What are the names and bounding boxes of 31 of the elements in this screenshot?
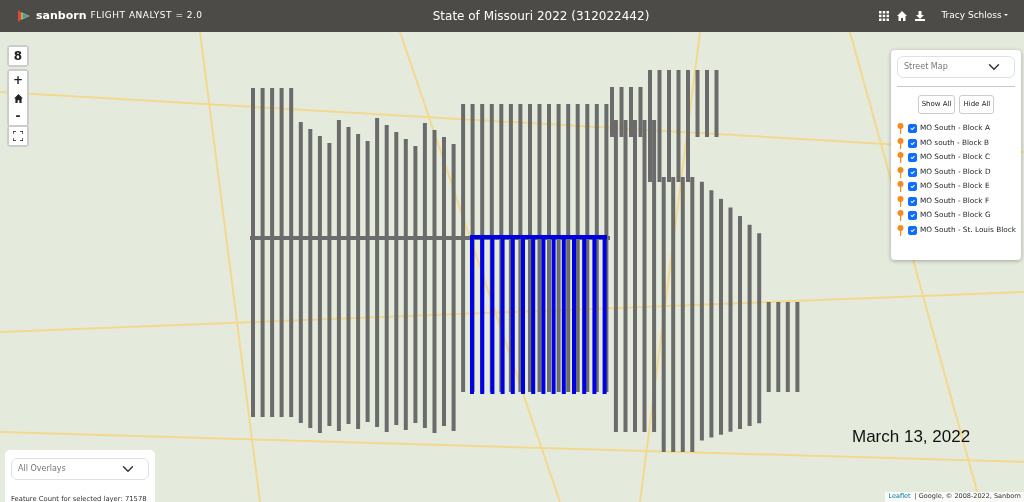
home-icon — [13, 93, 23, 103]
logo-icon — [16, 8, 32, 24]
fullscreen-icon — [13, 131, 23, 141]
map-title: State of Missouri 2022 (312022442) — [432, 8, 650, 25]
download-icon[interactable] — [915, 11, 926, 21]
pin-icon — [897, 137, 904, 149]
layer-checkbox[interactable] — [908, 153, 917, 163]
pin-icon — [897, 166, 904, 178]
layer-checkbox[interactable] — [908, 124, 917, 134]
pin-icon — [897, 195, 904, 207]
basemap-dropdown[interactable]: Street Map — [897, 56, 1015, 78]
pin-icon — [897, 224, 904, 236]
overlay-dropdown[interactable]: All Overlays — [11, 458, 149, 480]
pin-icon — [897, 123, 904, 135]
layer-checkbox[interactable] — [908, 167, 917, 177]
date-label: March 13, 2022 — [852, 426, 971, 448]
layer-checkbox[interactable] — [908, 211, 917, 221]
app-subtitle: FLIGHT ANALYST = 2.0 — [90, 9, 203, 23]
home-icon[interactable] — [897, 11, 908, 21]
layer-count-button[interactable]: 8 — [9, 47, 27, 65]
user-menu[interactable]: Tracy Schloss — [941, 9, 1008, 23]
layer-checkbox[interactable] — [908, 138, 917, 148]
pin-icon — [897, 181, 904, 193]
layer-checkbox[interactable] — [908, 182, 917, 192]
app-name: sanborn — [36, 7, 87, 24]
pin-icon — [897, 152, 904, 164]
layer-checkbox[interactable] — [908, 196, 917, 206]
grid-icon[interactable] — [879, 11, 890, 21]
layer-checkbox[interactable] — [908, 225, 917, 235]
pin-icon — [897, 210, 904, 222]
fullscreen-button[interactable] — [9, 127, 27, 145]
